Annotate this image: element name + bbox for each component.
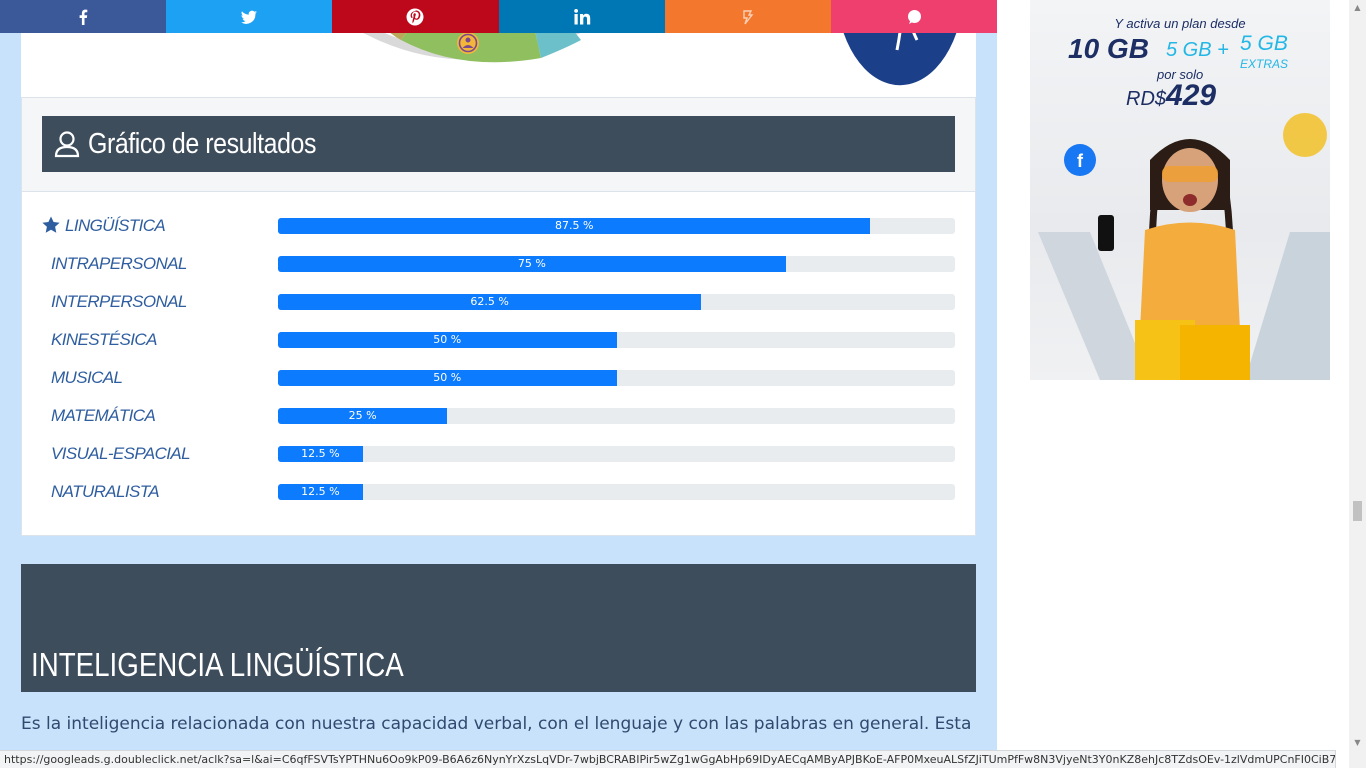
result-bar-fill: 50 % (278, 332, 617, 348)
ad-headline: Y activa un plan desde (1114, 16, 1246, 31)
facebook-icon (79, 9, 88, 25)
result-row: MATEMÁTICA 25 % (22, 406, 975, 426)
section-heading-banner: INTELIGENCIA LINGÜÍSTICA (21, 564, 976, 692)
svg-text:f: f (1077, 151, 1084, 171)
section-paragraph: Es la inteligencia relacionada con nuest… (21, 714, 972, 734)
linkedin-icon (573, 8, 590, 24)
result-bar-fill: 75 % (278, 256, 786, 272)
result-label: VISUAL-ESPACIAL (51, 444, 191, 463)
meneame-icon (743, 9, 754, 24)
result-bar-track: 87.5 % (278, 218, 955, 234)
share-bar (0, 0, 998, 33)
pinterest-icon (406, 8, 424, 25)
ad-main-data: 10 GB (1068, 33, 1149, 64)
result-label: LINGÜÍSTICA (42, 216, 166, 236)
result-bar-fill: 12.5 % (278, 484, 363, 500)
scroll-up-arrow-icon[interactable]: ▲ (1353, 3, 1362, 12)
result-bar-track: 25 % (278, 408, 955, 424)
result-bar-track: 62.5 % (278, 294, 955, 310)
linkedin-share-button[interactable] (498, 0, 665, 33)
ad-amount: 429 (1166, 79, 1217, 112)
result-row: NATURALISTA 12.5 % (22, 482, 975, 502)
result-bar-track: 50 % (278, 332, 955, 348)
result-bar-track: 12.5 % (278, 446, 955, 462)
result-row: INTRAPERSONAL 75 % (22, 254, 975, 274)
result-bar-track: 50 % (278, 370, 955, 386)
result-bar-fill: 50 % (278, 370, 617, 386)
ad-extra-data: 5 GB (1240, 32, 1288, 55)
chat-bubble-icon (907, 9, 921, 24)
result-bar-fill: 25 % (278, 408, 448, 424)
ad-plus-data: 5 GB + (1166, 39, 1229, 61)
results-title: Gráfico de resultados (88, 127, 317, 160)
user-icon (54, 131, 80, 158)
advertisement-banner[interactable]: f Y activa un plan desde 10 GB 5 GB + 5 … (1030, 0, 1330, 380)
twitter-share-button[interactable] (166, 0, 333, 33)
ad-currency: RD$ (1126, 88, 1167, 110)
result-row: LINGÜÍSTICA 87.5 % (22, 216, 975, 236)
twitter-icon (241, 10, 258, 24)
result-label: MUSICAL (51, 368, 123, 387)
results-title-bar: Gráfico de resultados (42, 116, 955, 172)
result-label: MATEMÁTICA (51, 406, 156, 425)
result-label: INTRAPERSONAL (51, 254, 187, 273)
scrollbar-thumb[interactable] (1353, 501, 1362, 521)
result-bar-fill: 12.5 % (278, 446, 363, 462)
result-row: MUSICAL 50 % (22, 368, 975, 388)
result-row: INTERPERSONAL 62.5 % (22, 292, 975, 312)
results-card: Gráfico de resultados LINGÜÍSTICA 87.5 %… (21, 97, 976, 536)
result-label: KINESTÉSICA (51, 330, 157, 349)
result-row: VISUAL-ESPACIAL 12.5 % (22, 444, 975, 464)
result-row: KINESTÉSICA 50 % (22, 330, 975, 350)
pinterest-share-button[interactable] (332, 0, 499, 33)
scroll-down-arrow-icon[interactable]: ▼ (1353, 738, 1362, 747)
ad-extras-label: EXTRAS (1240, 57, 1289, 71)
comment-share-button[interactable] (830, 0, 998, 33)
results-card-header: Gráfico de resultados (22, 98, 975, 192)
facebook-share-button[interactable] (0, 0, 167, 33)
section-heading: INTELIGENCIA LINGÜÍSTICA (31, 646, 404, 683)
result-bar-fill: 62.5 % (278, 294, 702, 310)
ad-price: RD$429 (1126, 79, 1216, 113)
star-icon (42, 216, 60, 233)
result-bar-track: 75 % (278, 256, 955, 272)
result-label: INTERPERSONAL (51, 292, 187, 311)
vertical-scrollbar[interactable]: ▲ ▼ (1349, 0, 1366, 768)
result-label: NATURALISTA (51, 482, 160, 501)
link-status-bar: https://googleads.g.doubleclick.net/aclk… (0, 750, 1336, 768)
result-bar-fill: 87.5 % (278, 218, 871, 234)
result-bar-track: 12.5 % (278, 484, 955, 500)
meneame-share-button[interactable] (664, 0, 831, 33)
